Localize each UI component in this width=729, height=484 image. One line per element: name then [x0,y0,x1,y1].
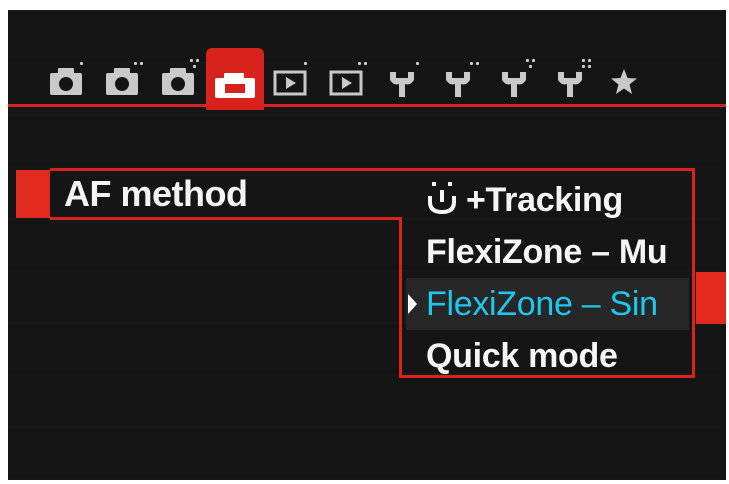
tab-playback-2[interactable] [328,62,378,104]
camera-lcd-screen: AF method +Tracking FlexiZone – Mu Flexi… [8,10,726,480]
af-method-options: +Tracking FlexiZone – Mu FlexiZone – Sin… [406,170,689,376]
tab-index-dots [356,58,370,70]
camera-icon [215,73,255,98]
menu-tab-bar [8,10,726,120]
tab-shooting-2[interactable] [104,62,154,104]
tab-index-dots [300,58,314,70]
face-detect-icon [428,182,456,215]
option-flexizone-multi[interactable]: FlexiZone – Mu [406,226,689,278]
tab-index-dots [580,58,594,70]
option-flexizone-single[interactable]: FlexiZone – Sin [406,278,689,330]
tab-playback-1[interactable] [272,62,322,104]
tab-shooting-4-active[interactable] [206,48,264,110]
selected-item-marker [16,170,50,218]
tab-my-menu[interactable] [606,64,656,104]
selection-pointer-icon [408,294,417,314]
tab-underline [8,104,726,107]
af-method-label[interactable]: AF method [64,170,248,218]
option-label: +Tracking [466,181,623,219]
star-icon [611,69,637,94]
tab-index-dots [76,58,90,70]
tab-setup-3[interactable] [496,59,546,104]
tab-index-dots [468,58,482,70]
scroll-position-marker [696,272,726,324]
tab-index-dots [188,58,202,70]
tab-shooting-3[interactable] [160,59,210,104]
tab-shooting-1[interactable] [48,62,98,104]
option-quick-mode[interactable]: Quick mode [406,330,689,376]
tab-setup-4[interactable] [552,59,602,104]
option-face-tracking[interactable]: +Tracking [406,174,689,226]
tab-setup-1[interactable] [384,62,434,104]
tab-setup-2[interactable] [440,62,490,104]
tab-index-dots [412,58,426,70]
tab-index-dots [524,58,538,70]
option-label: FlexiZone – Mu [426,233,668,271]
tab-index-dots [132,58,146,70]
option-label: FlexiZone – Sin [426,285,658,323]
option-label: Quick mode [426,337,618,375]
